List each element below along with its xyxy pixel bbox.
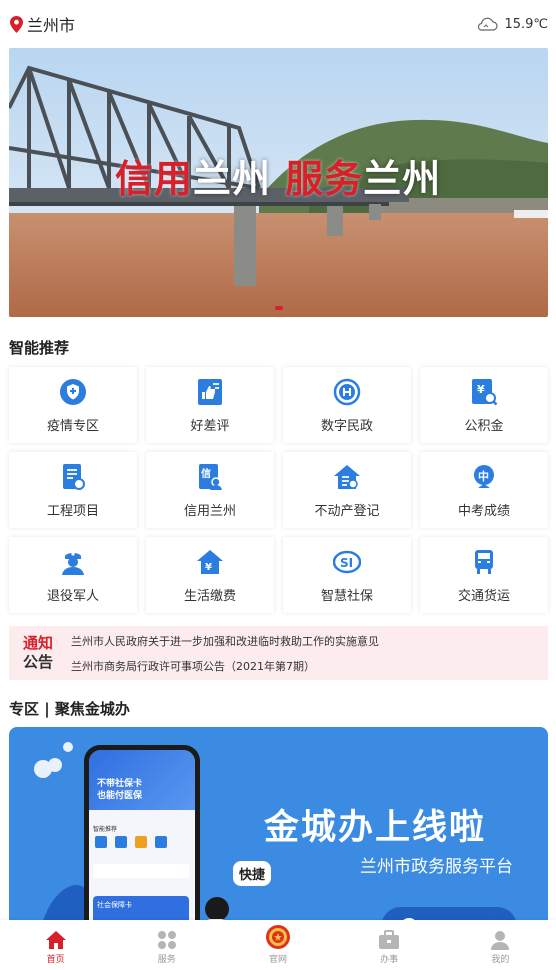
slogan-part: 兰州 — [193, 157, 272, 201]
tab-label: 服务 — [157, 955, 176, 965]
yuan-search-icon: ¥ — [469, 377, 499, 407]
temperature: 15.9℃ — [504, 16, 548, 32]
tab-home[interactable]: 首页 — [16, 926, 96, 965]
phone-screen: 不带社保卡 也能付医保 智能推荐 社会保障卡 — [89, 750, 195, 937]
phone-mockup: 不带社保卡 也能付医保 智能推荐 社会保障卡 — [84, 745, 200, 937]
service-item-exam[interactable]: 中 中考成绩 — [420, 452, 548, 528]
carousel-indicator — [9, 306, 548, 310]
notice-list: 兰州市人民政府关于进一步加强和改进临时救助工作的实施意见 兰州市商务局行政许可事… — [71, 633, 379, 674]
service-item-freight[interactable]: 交通货运 — [420, 537, 548, 613]
service-label: 交通货运 — [457, 588, 510, 604]
section-title-recommend: 智能推荐 — [9, 339, 70, 357]
bottom-tab-bar: 首页 服务 官网 办事 我的 — [0, 920, 556, 970]
notice-item[interactable]: 兰州市人民政府关于进一步加强和改进临时救助工作的实施意见 — [71, 633, 379, 649]
svg-text:¥: ¥ — [477, 383, 485, 396]
document-icon — [58, 462, 88, 492]
user-icon — [487, 926, 513, 950]
service-item-epidemic[interactable]: 疫情专区 — [9, 367, 137, 443]
service-item-civil-affairs[interactable]: 数字民政 — [283, 367, 411, 443]
svg-text:SI: SI — [340, 556, 353, 570]
service-item-housing-fund[interactable]: ¥ 公积金 — [420, 367, 548, 443]
tab-label: 我的 — [491, 955, 510, 965]
service-item-engineering[interactable]: 工程项目 — [9, 452, 137, 528]
quick-bubble: 快捷 — [233, 861, 272, 886]
notice-tag-line1: 通知 — [22, 634, 53, 652]
phone-section-label: 智能推荐 — [93, 826, 118, 833]
shield-icon — [58, 377, 88, 407]
notice-tag-line2: 公告 — [22, 653, 53, 671]
emblem-icon — [265, 925, 291, 950]
service-label: 疫情专区 — [46, 418, 99, 434]
notice-tag: 通知 公告 — [15, 634, 61, 672]
banner-slogan: 信用兰州 服务兰州 — [115, 148, 441, 203]
service-label: 工程项目 — [46, 503, 99, 519]
thumbs-up-icon — [195, 377, 225, 407]
tab-affairs[interactable]: 办事 — [349, 926, 429, 965]
section-title-special: 专区 | 聚焦金城办 — [9, 700, 130, 718]
service-item-utility-payment[interactable]: ¥ 生活缴费 — [146, 537, 274, 613]
service-grid: 疫情专区 好差评 数字民政 ¥ 公积金 工程项目 信 信用兰州 不动产登记 中 … — [9, 367, 548, 613]
svg-text:中: 中 — [478, 469, 489, 483]
notice-bar[interactable]: 通知 公告 兰州市人民政府关于进一步加强和改进临时救助工作的实施意见 兰州市商务… — [9, 626, 548, 680]
briefcase-icon — [376, 926, 402, 950]
notice-item[interactable]: 兰州市商务局行政许可事项公告（2021年第7期） — [71, 658, 379, 674]
promo-subtitle: 兰州市政务服务平台 — [360, 857, 513, 877]
top-header: 兰州市 15.9℃ — [0, 0, 556, 48]
civil-affairs-icon — [332, 377, 362, 407]
service-label: 信用兰州 — [183, 503, 236, 519]
grid-icon — [154, 926, 180, 950]
weather-widget[interactable]: 15.9℃ — [476, 16, 548, 32]
truck-icon — [469, 547, 499, 577]
tab-services[interactable]: 服务 — [127, 926, 207, 965]
social-security-icon: SI — [332, 547, 362, 577]
service-label: 中考成绩 — [457, 503, 510, 519]
service-item-social-security[interactable]: SI 智慧社保 — [283, 537, 411, 613]
carousel-dot-active[interactable] — [274, 306, 283, 310]
tab-label: 办事 — [380, 955, 399, 965]
service-label: 数字民政 — [320, 418, 373, 434]
svg-text:信: 信 — [201, 467, 211, 480]
svg-text:¥: ¥ — [205, 562, 212, 573]
tab-mine[interactable]: 我的 — [460, 926, 540, 965]
tab-label: 首页 — [46, 955, 65, 965]
credit-icon: 信 — [195, 462, 225, 492]
tab-label: 官网 — [268, 955, 287, 965]
location-pin-icon — [10, 15, 23, 33]
soldier-icon — [58, 547, 88, 577]
banner-carousel[interactable]: 信用兰州 服务兰州 — [9, 48, 548, 317]
slogan-part: 信用 — [115, 157, 194, 201]
tab-official-site[interactable]: 官网 — [238, 925, 318, 965]
slogan-part: 服务 — [285, 157, 364, 201]
city-name: 兰州市 — [27, 16, 76, 35]
cloud-icon — [478, 17, 499, 31]
service-label: 退役军人 — [46, 588, 99, 604]
promo-banner[interactable]: 不带社保卡 也能付医保 智能推荐 社会保障卡 快捷 金城办上线啦 兰州市政务服务… — [9, 727, 548, 937]
app-screen: 兰州市 15.9℃ 信用兰州 服务兰州 智能推荐 疫情专区 好差评 数字民政 ¥… — [0, 0, 556, 970]
service-label: 不动产登记 — [314, 503, 380, 519]
house-icon — [332, 462, 362, 492]
service-item-rating[interactable]: 好差评 — [146, 367, 274, 443]
service-item-credit[interactable]: 信 信用兰州 — [146, 452, 274, 528]
service-item-veterans[interactable]: 退役军人 — [9, 537, 137, 613]
city-selector[interactable]: 兰州市 — [10, 12, 75, 36]
phone-headline: 也能付医保 — [97, 791, 143, 801]
service-label: 智慧社保 — [320, 588, 373, 604]
service-label: 公积金 — [464, 418, 504, 434]
promo-title: 金城办上线啦 — [264, 808, 487, 848]
home-icon — [43, 926, 69, 950]
service-label: 好差评 — [190, 418, 230, 434]
service-item-real-estate[interactable]: 不动产登记 — [283, 452, 411, 528]
service-label: 生活缴费 — [183, 588, 236, 604]
home-payment-icon: ¥ — [195, 547, 225, 577]
slogan-part: 兰州 — [363, 157, 442, 201]
exam-icon: 中 — [469, 462, 499, 492]
phone-headline: 不带社保卡 — [97, 779, 143, 789]
